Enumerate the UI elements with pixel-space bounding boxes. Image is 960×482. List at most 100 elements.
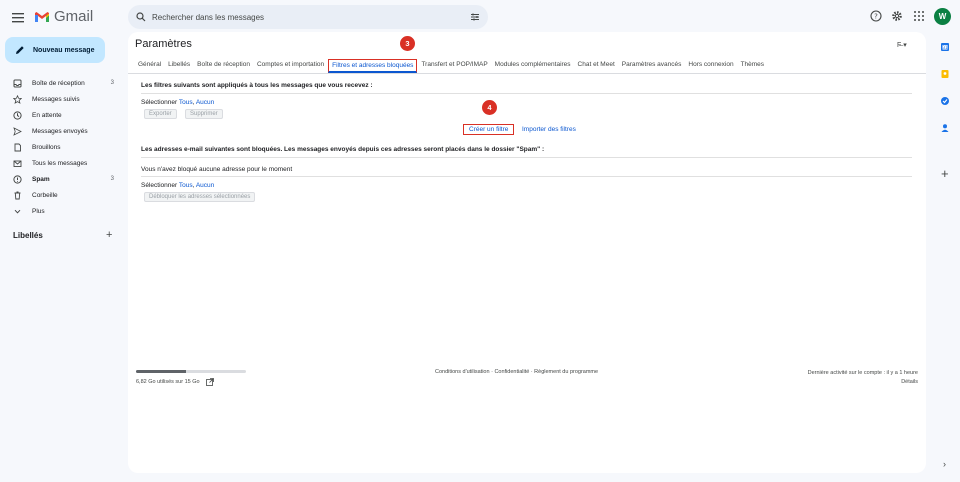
labels-heading: Libellés — [13, 231, 43, 240]
storage-info: 6,82 Go utilisés sur 15 Go — [136, 378, 214, 386]
tab-advanced[interactable]: Paramètres avancés — [619, 59, 685, 73]
all-mail-icon — [13, 159, 22, 168]
settings-gear-icon[interactable] — [890, 9, 904, 23]
unblock-button[interactable]: Débloquer les adresses sélectionnées — [144, 192, 256, 202]
import-filters-link[interactable]: Importer des filtres — [522, 126, 576, 133]
sidebar-item-label: Boîte de réception — [32, 79, 85, 87]
details-link[interactable]: Détails — [770, 378, 918, 387]
filters-select-row: Sélectionner Tous, Aucun — [141, 99, 215, 106]
external-link-icon[interactable] — [205, 378, 214, 386]
gmail-logo-text: Gmail — [54, 8, 94, 25]
sidebar-item-label: Plus — [32, 207, 45, 215]
svg-text:?: ? — [874, 13, 878, 21]
tasks-icon[interactable] — [940, 96, 950, 106]
apps-grid-icon[interactable] — [912, 9, 926, 23]
chevron-down-icon — [13, 207, 22, 216]
help-icon[interactable]: ? — [869, 9, 883, 23]
main-menu-icon[interactable] — [10, 10, 28, 26]
filters-section-title: Les filtres suivants sont appliqués à to… — [141, 82, 373, 89]
settings-panel — [128, 32, 926, 473]
sidebar-item-snoozed[interactable]: En attente — [0, 107, 124, 123]
storage-bar — [136, 370, 246, 373]
sidebar-item-sent[interactable]: Messages envoyés — [0, 123, 124, 139]
sidebar-item-label: En attente — [32, 111, 62, 119]
blocked-select-row: Sélectionner Tous, Aucun — [141, 182, 215, 189]
account-activity: Dernière activité sur le compte : il y a… — [770, 369, 918, 387]
select-none-link[interactable]: Aucun — [196, 99, 214, 106]
select-label: Sélectionner — [141, 99, 178, 106]
sidebar-item-count: 3 — [110, 80, 114, 86]
contacts-icon[interactable] — [940, 123, 950, 133]
pencil-icon — [16, 46, 24, 54]
spam-icon — [13, 174, 22, 184]
sidebar-item-label: Brouillons — [32, 143, 61, 151]
sidebar-item-drafts[interactable]: Brouillons — [0, 139, 124, 155]
sidebar-item-label: Spam — [32, 175, 50, 183]
input-tools-selector[interactable]: F̶ ▾ — [897, 41, 907, 49]
search-options-icon[interactable] — [470, 12, 480, 22]
tab-inbox[interactable]: Boîte de réception — [194, 59, 253, 73]
blocked-empty-text: Vous n'avez bloqué aucune adresse pour l… — [141, 166, 293, 173]
filters-divider — [141, 93, 912, 94]
footer-links[interactable]: Conditions d'utilisation · Confidentiali… — [435, 369, 598, 375]
create-filter-link[interactable]: Créer un filtre — [463, 124, 515, 135]
chevron-right-icon[interactable]: › — [943, 459, 946, 469]
tab-labels[interactable]: Libellés — [165, 59, 193, 73]
delete-button[interactable]: Supprimer — [185, 109, 223, 119]
gmail-logo[interactable]: Gmail — [34, 8, 93, 25]
sidebar-item-label: Tous les messages — [32, 159, 88, 167]
tab-forwarding-pop-imap[interactable]: Transfert et POP/IMAP — [418, 59, 490, 73]
blocked-section-title: Les adresses e-mail suivantes sont bloqu… — [141, 146, 545, 153]
select-all-link[interactable]: Tous — [179, 99, 193, 106]
send-icon — [13, 126, 22, 136]
page-title: Paramètres — [135, 38, 192, 50]
compose-label: Nouveau message — [33, 46, 95, 54]
sidebar-item-all-mail[interactable]: Tous les messages — [0, 155, 124, 171]
search-icon[interactable] — [136, 12, 146, 22]
search-bar[interactable]: Rechercher dans les messages — [128, 5, 488, 29]
blocked-divider — [141, 157, 912, 158]
calendar-icon[interactable]: 31 — [940, 42, 950, 52]
export-button[interactable]: Exporter — [144, 109, 177, 119]
step-marker-3: 3 — [400, 36, 415, 51]
gmail-m-icon — [35, 11, 49, 22]
keep-icon[interactable] — [940, 69, 950, 79]
sidebar-item-label: Messages envoyés — [32, 127, 88, 135]
sidebar-item-label: Messages suivis — [32, 95, 80, 103]
sidebar-item-spam[interactable]: Spam 3 — [0, 171, 124, 187]
storage-text: 6,82 Go utilisés sur 15 Go — [136, 379, 200, 385]
clock-icon — [13, 110, 22, 120]
select-none-link[interactable]: Aucun — [196, 182, 214, 189]
sidebar-item-count: 3 — [110, 176, 114, 182]
search-input[interactable]: Rechercher dans les messages — [152, 13, 470, 22]
tab-accounts-import[interactable]: Comptes et importation — [254, 59, 327, 73]
sidebar-item-starred[interactable]: Messages suivis — [0, 91, 124, 107]
blocked-divider-2 — [141, 176, 912, 177]
svg-text:31: 31 — [942, 45, 948, 50]
last-activity-text: Dernière activité sur le compte : il y a… — [807, 370, 918, 376]
star-icon — [13, 94, 22, 104]
sidebar-nav: Boîte de réception 3 Messages suivis En … — [0, 75, 124, 219]
tab-filters-blocked[interactable]: Filtres et adresses bloquées — [328, 59, 418, 73]
select-label: Sélectionner — [141, 182, 178, 189]
tabs-divider — [128, 73, 926, 74]
step-marker-4: 4 — [482, 100, 497, 115]
select-all-link[interactable]: Tous — [179, 182, 193, 189]
add-addon-icon[interactable]: + — [941, 166, 949, 181]
trash-icon — [13, 191, 22, 200]
tab-themes[interactable]: Thèmes — [738, 59, 767, 73]
storage-bar-fill — [136, 370, 186, 373]
tab-general[interactable]: Général — [135, 59, 164, 73]
sidebar-item-label: Corbeille — [32, 191, 58, 199]
inbox-icon — [13, 79, 22, 88]
add-label-button[interactable]: + — [106, 229, 112, 241]
tab-addons[interactable]: Modules complémentaires — [492, 59, 574, 73]
sidebar-item-more[interactable]: Plus — [0, 203, 124, 219]
sidebar-item-trash[interactable]: Corbeille — [0, 187, 124, 203]
compose-button[interactable]: Nouveau message — [5, 37, 105, 63]
sidebar-item-inbox[interactable]: Boîte de réception 3 — [0, 75, 124, 91]
tab-chat-meet[interactable]: Chat et Meet — [575, 59, 618, 73]
tab-offline[interactable]: Hors connexion — [685, 59, 736, 73]
account-avatar[interactable]: W — [934, 8, 951, 25]
draft-icon — [13, 143, 22, 152]
